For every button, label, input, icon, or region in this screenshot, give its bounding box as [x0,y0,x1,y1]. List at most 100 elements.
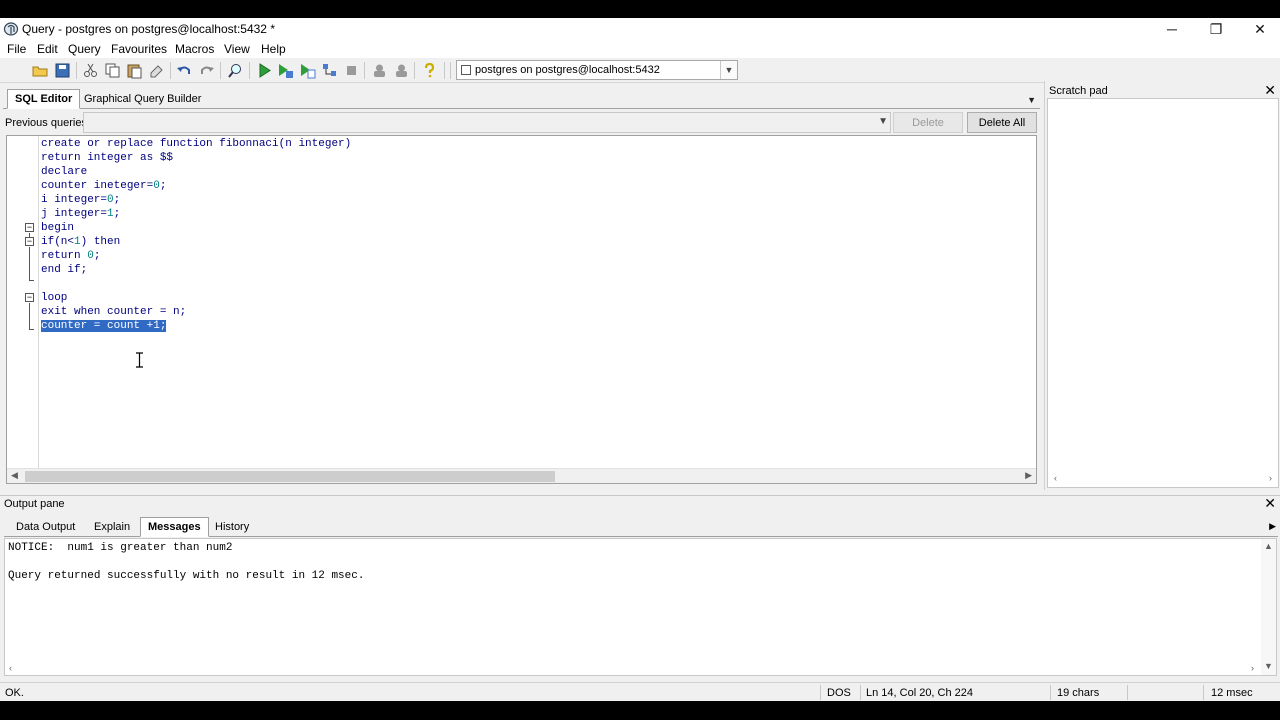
scroll-up-icon[interactable]: ▲ [1264,541,1273,551]
paste-icon[interactable] [126,62,143,79]
status-exec-time: 12 msec [1211,687,1253,699]
close-icon[interactable]: ✕ [1264,82,1276,99]
menu-macros[interactable]: Macros [175,42,214,56]
delete-button[interactable]: Delete [893,112,963,133]
scratch-pad-panel: Scratch pad ✕ ‹ › [1044,81,1280,490]
chevron-down-icon[interactable]: ▼ [878,116,888,127]
scrollbar-thumb[interactable] [25,471,555,482]
code-line: exit when counter = n; [41,306,187,318]
code-line: return 0; [41,250,101,262]
connection-select[interactable]: postgres on postgres@localhost:5432 ▼ [456,60,738,80]
code-line: i integer=0; [41,194,121,206]
previous-queries-label: Previous queries [5,117,87,129]
output-pane-header: Output pane ✕ [0,495,1280,512]
code-line: declare [41,166,88,178]
close-icon[interactable]: ✕ [1264,495,1276,512]
tab-sql-editor[interactable]: SQL Editor [7,89,81,109]
code-line: j integer=1; [41,208,121,220]
scroll-left-icon[interactable]: ‹ [9,663,12,673]
output-tab-strip: Data Output Explain Messages History ▶ [4,515,1278,537]
code-line-selected: counter = count +1; [41,319,167,333]
code-text[interactable]: create or replace function fibonnaci(n i… [41,136,1036,468]
fold-loop-icon[interactable]: − [25,293,34,302]
chevron-down-icon[interactable]: ▼ [720,61,737,79]
editor-tab-strip: SQL Editor Graphical Query Builder ▼ [3,87,1040,109]
title-bar: Query - postgres on postgres@localhost:5… [0,18,1280,40]
tab-messages[interactable]: Messages [140,517,209,537]
menu-bar: File Edit Query Favourites Macros View H… [0,40,1280,58]
commit-icon[interactable] [371,62,388,79]
code-line: begin [41,222,75,234]
tab-menu-arrow-icon[interactable]: ▼ [1027,95,1036,105]
scratch-pad-textarea[interactable]: ‹ › [1047,98,1279,488]
execute-to-file-icon[interactable] [299,62,316,79]
connection-checkbox-icon [461,65,471,75]
menu-file[interactable]: File [7,42,26,56]
selected-text: counter = count +1; [41,320,167,332]
redo-icon[interactable] [198,62,215,79]
status-cursor-position: Ln 14, Col 20, Ch 224 [866,687,974,699]
status-selected-chars: 19 chars [1057,687,1100,699]
fold-gutter: − − − [7,136,39,468]
code-line: create or replace function fibonnaci(n i… [41,138,352,150]
minimize-button[interactable]: ─ [1150,18,1194,40]
menu-help[interactable]: Help [261,42,286,56]
status-line-ending: DOS [827,687,851,699]
restore-button[interactable]: ❐ [1194,18,1238,40]
scroll-left-icon[interactable]: ‹ [1054,473,1057,483]
connection-value: postgres on postgres@localhost:5432 [475,64,660,76]
scroll-left-icon[interactable]: ◀ [11,470,18,481]
messages-output[interactable]: NOTICE: num1 is greater than num2 Query … [4,538,1277,676]
delete-all-button[interactable]: Delete All [967,112,1037,133]
stop-icon[interactable] [343,62,360,79]
menu-favourites[interactable]: Favourites [111,42,167,56]
scroll-right-icon[interactable]: ▶ [1025,470,1032,481]
tab-scroll-right-icon[interactable]: ▶ [1269,521,1276,532]
output-pane-title: Output pane [4,498,65,510]
code-line: return integer as $$ [41,152,174,164]
elephant-icon [3,22,19,36]
execute-pgscript-icon[interactable] [277,62,294,79]
menu-view[interactable]: View [224,42,250,56]
execute-icon[interactable] [256,62,273,79]
scroll-right-icon[interactable]: › [1251,663,1254,673]
sql-editor-panel: SQL Editor Graphical Query Builder ▼ Pre… [3,85,1040,489]
letterbox-bottom [0,701,1280,720]
undo-icon[interactable] [176,62,193,79]
scratch-pad-title: Scratch pad [1049,85,1108,97]
tab-data-output[interactable]: Data Output [8,517,83,537]
help-icon[interactable] [421,62,438,79]
find-icon[interactable] [227,62,244,79]
code-line: end if; [41,264,88,276]
copy-icon[interactable] [104,62,121,79]
tab-history[interactable]: History [207,517,257,537]
message-line: Query returned successfully with no resu… [8,570,365,582]
save-icon[interactable] [54,62,71,79]
scroll-down-icon[interactable]: ▼ [1264,661,1273,671]
window-title: Query - postgres on postgres@localhost:5… [22,22,275,36]
query-window: Query - postgres on postgres@localhost:5… [0,18,1280,701]
eraser-icon[interactable] [148,62,165,79]
open-folder-icon[interactable] [32,62,49,79]
cut-icon[interactable] [82,62,99,79]
code-line: if(n<1) then [41,236,121,248]
fold-begin-icon[interactable]: − [25,223,34,232]
close-button[interactable]: ✕ [1238,18,1280,40]
toolbar: postgres on postgres@localhost:5432 ▼ [0,58,1280,83]
vertical-scrollbar[interactable]: ▲ ▼ [1261,539,1276,675]
horizontal-scrollbar[interactable]: ◀ ▶ [7,468,1036,483]
text-cursor-icon [136,352,143,368]
tab-graphical-query-builder[interactable]: Graphical Query Builder [76,89,209,109]
menu-edit[interactable]: Edit [37,42,58,56]
code-line: counter ineteger=0; [41,180,167,192]
status-state: OK. [5,687,24,699]
explain-icon[interactable] [321,62,338,79]
menu-query[interactable]: Query [68,42,101,56]
tab-explain[interactable]: Explain [86,517,138,537]
rollback-icon[interactable] [393,62,410,79]
code-line: loop [41,292,68,304]
code-editor[interactable]: − − − create or replace function fibonna… [6,135,1037,484]
fold-if-icon[interactable]: − [25,237,34,246]
previous-queries-select[interactable]: ▼ [83,112,891,133]
scroll-right-icon[interactable]: › [1269,473,1272,483]
